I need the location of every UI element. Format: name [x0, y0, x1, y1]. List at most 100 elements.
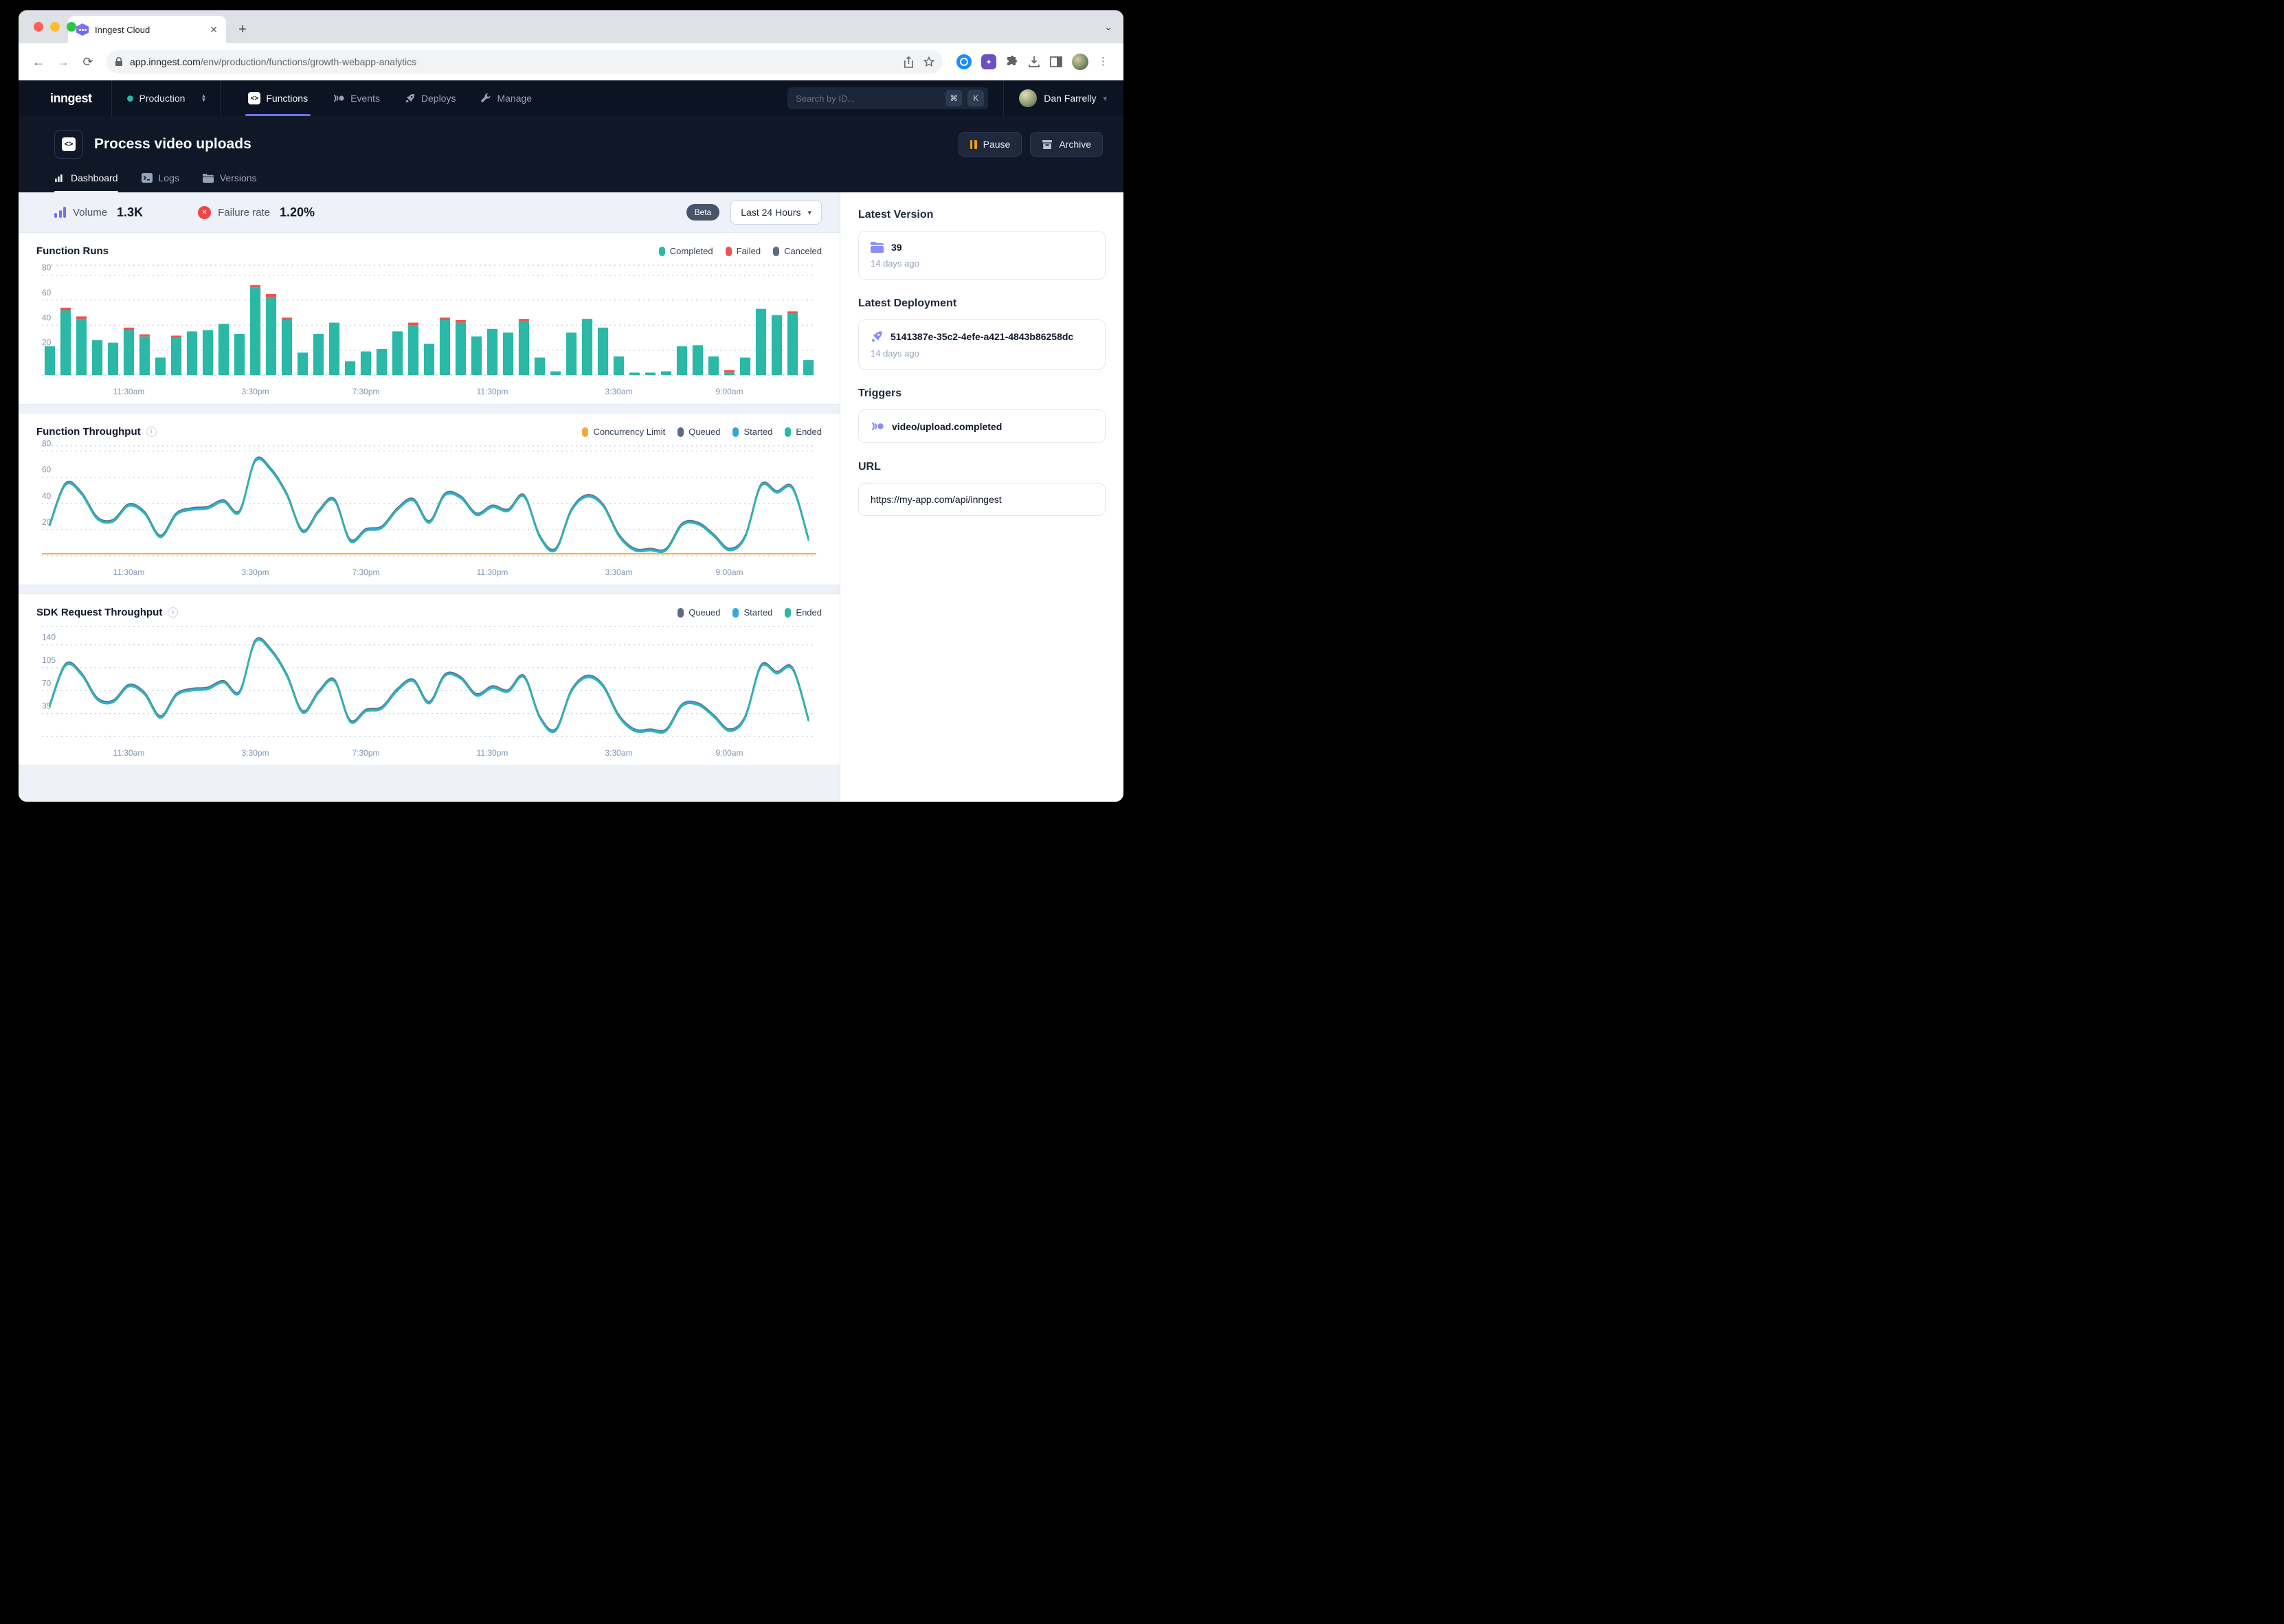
- svg-text:11:30am: 11:30am: [113, 748, 145, 758]
- browser-menu-icon[interactable]: ⋮: [1098, 60, 1108, 63]
- sdk-throughput-title: SDK Request Throughput: [36, 607, 162, 618]
- svg-text:11:30pm: 11:30pm: [477, 748, 508, 758]
- share-icon[interactable]: [904, 56, 914, 68]
- forward-icon[interactable]: →: [53, 52, 74, 72]
- url-value: https://my-app.com/api/inngest: [871, 494, 1002, 505]
- svg-text:9:00am: 9:00am: [715, 387, 743, 396]
- trigger-value: video/upload.completed: [892, 421, 1002, 432]
- pause-icon: [970, 140, 977, 149]
- zoom-window-button[interactable]: [67, 22, 76, 32]
- svg-text:105: 105: [42, 655, 56, 665]
- latest-version-value: 39: [891, 242, 902, 253]
- new-tab-button[interactable]: +: [233, 20, 252, 39]
- legend-item: Failed: [726, 246, 761, 256]
- kbd-k: K: [967, 90, 984, 106]
- nav-item-events[interactable]: Events: [323, 80, 390, 116]
- svg-text:11:30pm: 11:30pm: [477, 567, 508, 577]
- nav-item-functions[interactable]: <> Functions: [238, 80, 317, 116]
- details-sidebar: Latest Version 39 14 days ago Latest Dep…: [840, 192, 1123, 802]
- logs-terminal-icon: [142, 173, 153, 183]
- search-input[interactable]: Search by ID... ⌘ K: [787, 87, 988, 109]
- stats-bar: Volume 1.3K ✕ Failure rate 1.20% Beta La…: [19, 192, 840, 232]
- archive-button[interactable]: Archive: [1030, 132, 1103, 157]
- time-range-select[interactable]: Last 24 Hours ▾: [730, 200, 822, 225]
- tab-dashboard[interactable]: Dashboard: [54, 172, 118, 192]
- user-chevron-down-icon: ▾: [1103, 94, 1107, 103]
- legend-item: Ended: [785, 427, 822, 437]
- user-menu[interactable]: Dan Farrelly ▾: [1019, 89, 1107, 107]
- failure-x-icon: ✕: [198, 206, 211, 219]
- minimize-window-button[interactable]: [50, 22, 60, 32]
- svg-text:11:30pm: 11:30pm: [477, 387, 508, 396]
- sdk-throughput-card: SDK Request Throughput i QueuedStartedEn…: [19, 594, 840, 766]
- legend-dot: [732, 427, 739, 437]
- tab-search-chevron-icon[interactable]: ⌄: [1104, 21, 1112, 33]
- reload-icon[interactable]: ⟳: [78, 52, 98, 72]
- tab-logs[interactable]: Logs: [142, 172, 179, 192]
- info-icon[interactable]: i: [168, 607, 178, 618]
- url-path: /env/production/functions/growth-webapp-…: [201, 56, 416, 67]
- bookmark-star-icon[interactable]: [923, 56, 934, 67]
- svg-text:140: 140: [42, 633, 56, 642]
- function-throughput-chart[interactable]: 2040608011:30am3:30pm7:30pm11:30pm3:30am…: [36, 438, 822, 580]
- function-runs-chart[interactable]: 2040608011:30am3:30pm7:30pm11:30pm3:30am…: [36, 257, 822, 400]
- deploys-rocket-icon: [405, 93, 416, 104]
- archive-icon: [1042, 139, 1053, 150]
- event-trigger-icon: [871, 420, 884, 432]
- address-bar[interactable]: app.inngest.com/env/production/functions…: [107, 50, 943, 74]
- trigger-card[interactable]: video/upload.completed: [858, 409, 1106, 443]
- function-runs-title: Function Runs: [36, 245, 109, 257]
- extensions-puzzle-icon[interactable]: [1006, 56, 1018, 68]
- onepassword-extension-icon[interactable]: [956, 54, 972, 69]
- legend-dot: [659, 247, 665, 256]
- lock-icon: [115, 57, 123, 67]
- sdk-throughput-chart[interactable]: 357010514011:30am3:30pm7:30pm11:30pm3:30…: [36, 618, 822, 761]
- range-chevron-down-icon: ▾: [807, 208, 811, 217]
- svg-text:9:00am: 9:00am: [715, 567, 743, 577]
- latest-version-card[interactable]: 39 14 days ago: [858, 231, 1106, 280]
- latest-deployment-ago: 14 days ago: [871, 348, 1093, 359]
- tab-versions[interactable]: Versions: [203, 172, 257, 192]
- downloads-icon[interactable]: [1028, 56, 1040, 68]
- svg-text:80: 80: [42, 263, 52, 273]
- function-runs-legend: CompletedFailedCanceled: [659, 246, 822, 256]
- latest-deployment-value: 5141387e-35c2-4efe-a421-4843b86258dc: [891, 331, 1073, 342]
- svg-text:9:00am: 9:00am: [715, 748, 743, 758]
- svg-text:11:30am: 11:30am: [113, 567, 145, 577]
- window-controls[interactable]: [34, 22, 76, 32]
- environment-name: Production: [139, 93, 186, 104]
- browser-tab[interactable]: Inngest Cloud ✕: [68, 16, 226, 43]
- triggers-heading: Triggers: [858, 387, 1106, 400]
- purple-extension-icon[interactable]: ✦: [981, 54, 996, 69]
- pause-button[interactable]: Pause: [959, 132, 1022, 157]
- failure-label: Failure rate: [218, 207, 270, 218]
- url-card[interactable]: https://my-app.com/api/inngest: [858, 483, 1106, 516]
- env-chevrons-icon: ▲▼: [201, 94, 206, 102]
- svg-text:20: 20: [42, 338, 52, 348]
- nav-item-deploys[interactable]: Deploys: [395, 80, 466, 116]
- environment-switcher[interactable]: Production ▲▼: [112, 80, 221, 116]
- sdk-throughput-legend: QueuedStartedEnded: [678, 607, 822, 618]
- latest-deployment-card[interactable]: 5141387e-35c2-4efe-a421-4843b86258dc 14 …: [858, 319, 1106, 370]
- volume-label: Volume: [73, 207, 107, 218]
- sidebar-panel-icon[interactable]: [1050, 56, 1062, 67]
- kbd-cmd: ⌘: [945, 90, 962, 106]
- function-icon: <>: [54, 130, 83, 159]
- function-throughput-title: Function Throughput: [36, 426, 141, 438]
- svg-text:7:30pm: 7:30pm: [352, 748, 379, 758]
- legend-item: Completed: [659, 246, 713, 256]
- function-throughput-legend: Concurrency LimitQueuedStartedEnded: [582, 427, 822, 437]
- versions-folder-icon: [203, 174, 214, 183]
- legend-dot: [678, 427, 684, 437]
- legend-item: Started: [732, 427, 772, 437]
- tab-close-icon[interactable]: ✕: [210, 24, 218, 36]
- nav-item-manage[interactable]: Manage: [471, 80, 541, 116]
- browser-profile-avatar[interactable]: [1072, 54, 1088, 70]
- back-icon[interactable]: ←: [28, 52, 49, 72]
- close-window-button[interactable]: [34, 22, 43, 32]
- tab-title: Inngest Cloud: [95, 25, 203, 35]
- info-icon[interactable]: i: [146, 427, 157, 437]
- latest-deployment-heading: Latest Deployment: [858, 297, 1106, 310]
- latest-version-ago: 14 days ago: [871, 258, 1093, 269]
- legend-dot: [678, 608, 684, 618]
